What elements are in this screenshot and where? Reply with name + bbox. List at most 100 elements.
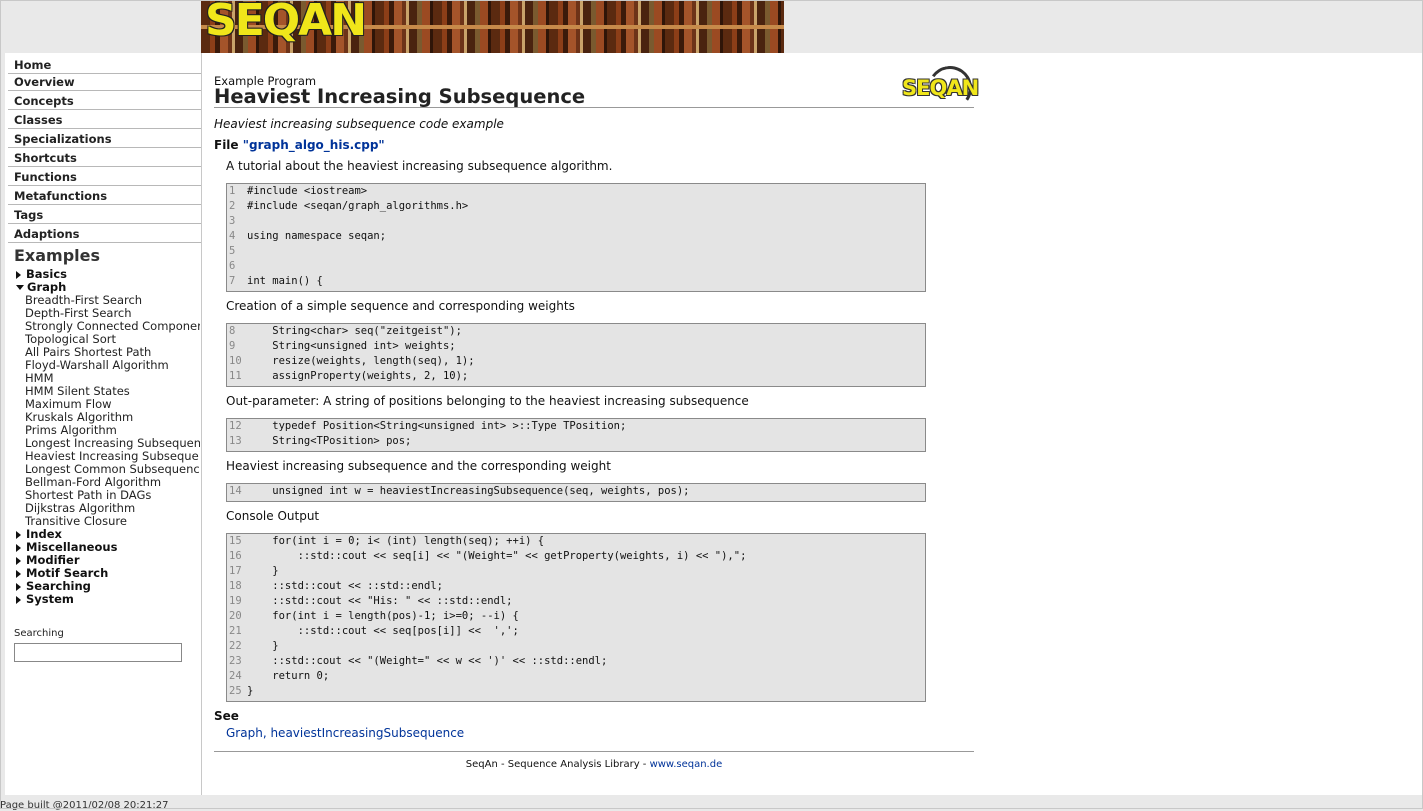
code-line: 25}: [227, 684, 253, 699]
tree-category-searching[interactable]: Searching: [16, 579, 91, 593]
line-number: 13: [229, 435, 242, 447]
nav-item-metafunctions[interactable]: Metafunctions: [8, 187, 201, 205]
footer: SeqAn - Sequence Analysis Library - www.…: [214, 759, 974, 770]
triangle-right-icon[interactable]: [16, 583, 21, 591]
line-number: 17: [229, 565, 242, 577]
tree-item[interactable]: Shortest Path in DAGs: [25, 488, 200, 502]
code-line: 18 ::std::cout << ::std::endl;: [227, 579, 443, 594]
line-number: 18: [229, 580, 242, 592]
nav-item-tags[interactable]: Tags: [8, 206, 201, 224]
tree-item[interactable]: Bellman-Ford Algorithm: [25, 475, 200, 489]
nav-item-overview[interactable]: Overview: [8, 73, 201, 91]
tree-category-graph[interactable]: Graph: [16, 280, 66, 294]
line-number: 8: [229, 325, 236, 337]
code-block: 15 for(int i = 0; i< (int) length(seq); …: [226, 533, 926, 702]
tree-category-basics[interactable]: Basics: [16, 267, 67, 281]
code-text: String<char> seq("zeitgeist");: [247, 325, 462, 337]
tree-item[interactable]: Floyd-Warshall Algorithm: [25, 358, 200, 372]
see-link-function[interactable]: heaviestIncreasingSubsequence: [270, 726, 464, 740]
tree-item[interactable]: HMM: [25, 371, 200, 385]
code-line: 8 String<char> seq("zeitgeist");: [227, 324, 462, 339]
line-number: 16: [229, 550, 242, 562]
nav-item-shortcuts[interactable]: Shortcuts: [8, 149, 201, 167]
nav-item-adaptions[interactable]: Adaptions: [8, 225, 201, 243]
tree-item[interactable]: Heaviest Increasing Subseque: [25, 449, 200, 463]
code-text: ::std::cout << seq[pos[i]] << ',';: [247, 625, 519, 637]
triangle-right-icon[interactable]: [16, 271, 21, 279]
nav-item-classes[interactable]: Classes: [8, 111, 201, 129]
sidebar: Home Overview Concepts Classes Specializatio…: [5, 53, 202, 795]
code-text: for(int i = 0; i< (int) length(seq); ++i…: [247, 535, 545, 547]
section-description: Creation of a simple sequence and corres…: [226, 299, 575, 313]
code-line: 17 }: [227, 564, 279, 579]
tree-category-miscellaneous[interactable]: Miscellaneous: [16, 540, 117, 554]
code-line: 24 return 0;: [227, 669, 329, 684]
seqan-logo-text: SEQAN: [902, 76, 979, 100]
triangle-right-icon[interactable]: [16, 596, 21, 604]
code-block: 12 typedef Position<String<unsigned int>…: [226, 418, 926, 452]
line-number: 6: [229, 260, 236, 272]
code-text: }: [247, 685, 254, 697]
line-number: 10: [229, 355, 242, 367]
line-number: 24: [229, 670, 242, 682]
tree-category-system[interactable]: System: [16, 592, 74, 606]
see-link-graph[interactable]: Graph: [226, 726, 263, 740]
nav-item-specializations[interactable]: Specializations: [8, 130, 201, 148]
code-text: }: [247, 640, 279, 652]
nav-item-concepts[interactable]: Concepts: [8, 92, 201, 110]
tree-item[interactable]: Longest Increasing Subsequen: [25, 436, 200, 450]
tree-item[interactable]: Depth-First Search: [25, 306, 200, 320]
code-line: 2 #include <seqan/graph_algorithms.h>: [227, 199, 468, 214]
triangle-right-icon[interactable]: [16, 557, 21, 565]
line-number: 2: [229, 200, 236, 212]
tree-item[interactable]: Topological Sort: [25, 332, 200, 346]
code-text: assignProperty(weights, 2, 10);: [247, 370, 469, 382]
tree-category-label: Basics: [26, 267, 67, 281]
tree-item[interactable]: Transitive Closure: [25, 514, 200, 528]
code-line: 13 String<TPosition> pos;: [227, 434, 411, 449]
tree-category-modifier[interactable]: Modifier: [16, 553, 80, 567]
tree-item[interactable]: Longest Common Subsequence: [25, 462, 200, 476]
footer-text: SeqAn - Sequence Analysis Library -: [465, 759, 650, 770]
triangle-right-icon[interactable]: [16, 570, 21, 578]
code-text: String<unsigned int> weights;: [247, 340, 456, 352]
tree-item[interactable]: Kruskals Algorithm: [25, 410, 200, 424]
tree-category-label: Graph: [27, 280, 67, 294]
tree-item[interactable]: HMM Silent States: [25, 384, 200, 398]
code-text: return 0;: [247, 670, 330, 682]
code-text: #include <iostream>: [247, 185, 368, 197]
triangle-right-icon[interactable]: [16, 544, 21, 552]
code-text: ::std::cout << seq[i] << "(Weight=" << g…: [247, 550, 747, 562]
nav-item-functions[interactable]: Functions: [8, 168, 201, 186]
tree-item[interactable]: Breadth-First Search: [25, 293, 200, 307]
code-text: #include <seqan/graph_algorithms.h>: [247, 200, 469, 212]
code-line: 22 }: [227, 639, 279, 654]
line-number: 7: [229, 275, 236, 287]
tree-item[interactable]: Strongly Connected Componer: [25, 319, 200, 333]
line-number: 5: [229, 245, 236, 257]
section-description: A tutorial about the heaviest increasing…: [226, 159, 613, 173]
seqan-logo-small: SEQAN: [902, 62, 979, 114]
search-input[interactable]: [14, 643, 182, 662]
tree-item[interactable]: Dijkstras Algorithm: [25, 501, 200, 515]
tree-item[interactable]: Prims Algorithm: [25, 423, 200, 437]
tree-item[interactable]: Maximum Flow: [25, 397, 200, 411]
code-line: 1 #include <iostream>: [227, 184, 367, 199]
code-text: int main() {: [247, 275, 323, 287]
line-number: 3: [229, 215, 236, 227]
tree-item[interactable]: All Pairs Shortest Path: [25, 345, 200, 359]
footer-link[interactable]: www.seqan.de: [650, 759, 723, 770]
seqan-logo[interactable]: SEQAN: [205, 1, 367, 46]
tree-category-motif-search[interactable]: Motif Search: [16, 566, 108, 580]
search-label: Searching: [14, 628, 64, 639]
code-line: 12 typedef Position<String<unsigned int>…: [227, 419, 626, 434]
triangle-down-icon[interactable]: [16, 285, 24, 290]
triangle-right-icon[interactable]: [16, 531, 21, 539]
code-line: 7 int main() {: [227, 274, 323, 289]
line-number: 14: [229, 485, 242, 497]
line-number: 21: [229, 625, 242, 637]
nav-item-home[interactable]: Home: [8, 56, 201, 74]
line-number: 20: [229, 610, 242, 622]
tree-category-index[interactable]: Index: [16, 527, 62, 541]
file-link[interactable]: "graph_algo_his.cpp": [243, 138, 385, 152]
